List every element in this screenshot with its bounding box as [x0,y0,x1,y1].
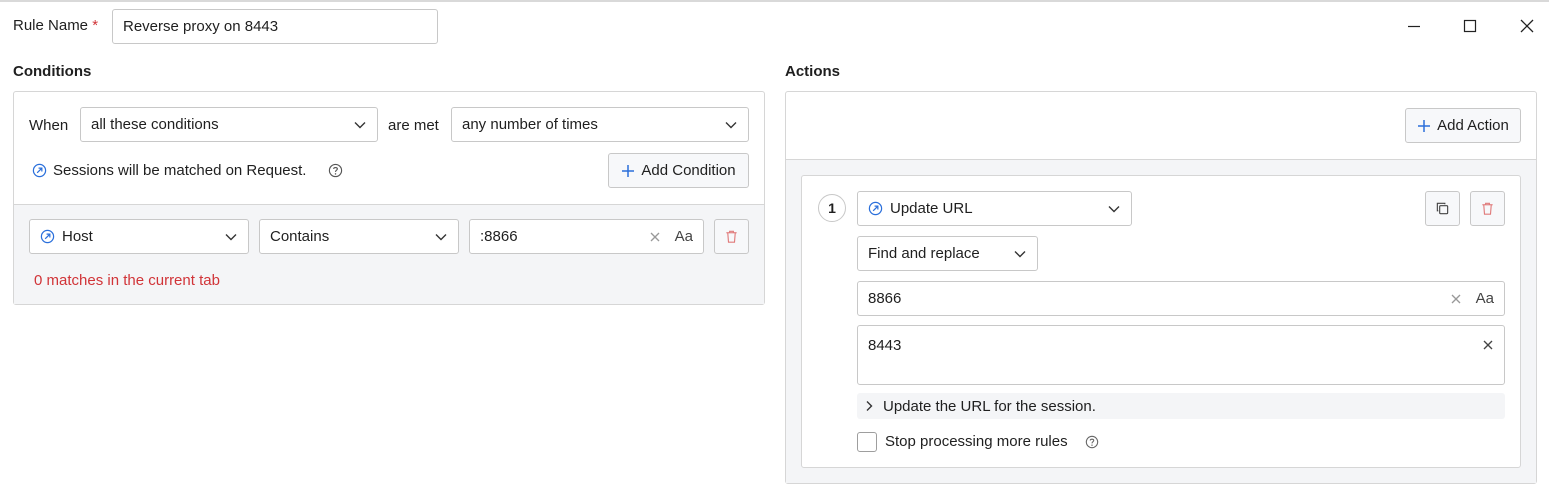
rule-name-label-text: Rule Name [13,17,89,34]
action-mode-value: Find and replace [868,245,980,262]
chevron-down-icon [224,230,238,244]
rule-name-input[interactable]: Reverse proxy on 8443 [112,9,438,44]
replace-value: 8443 [868,337,902,354]
clear-icon[interactable] [1482,339,1494,351]
stop-processing-checkbox[interactable] [857,432,877,452]
action-type-value: Update URL [890,200,973,217]
description-toggle[interactable]: Update the URL for the session. [857,393,1505,419]
add-condition-label: Add Condition [641,162,736,179]
trash-icon [1480,201,1495,216]
condition-value: :8866 [480,228,518,245]
are-met-label: are met [388,117,439,134]
chevron-down-icon [1013,247,1027,261]
help-icon[interactable] [1084,434,1100,450]
condition-field-value: Host [62,228,93,245]
action-number-badge: 1 [818,194,846,222]
condition-value-input[interactable]: :8866 Aa [469,219,704,254]
match-status: 0 matches in the current tab [34,272,220,289]
condition-operator-value: Contains [270,228,330,245]
add-action-button[interactable]: Add Action [1405,108,1521,143]
when-label: When [29,117,69,134]
match-case-toggle[interactable]: Aa [675,228,693,245]
link-arrow-icon [31,162,47,178]
condition-field-select[interactable]: Host [29,219,249,254]
link-arrow-icon [40,229,55,244]
sessions-note: Sessions will be matched on Request. [53,162,307,179]
chevron-down-icon [434,230,448,244]
add-condition-button[interactable]: Add Condition [608,153,749,188]
close-icon[interactable] [1517,16,1537,36]
delete-action-button[interactable] [1470,191,1505,226]
clear-icon[interactable] [649,231,661,243]
rule-name-value: Reverse proxy on 8443 [123,18,279,35]
action-mode-select[interactable]: Find and replace [857,236,1038,271]
when-select[interactable]: all these conditions [80,107,378,142]
find-value: 8866 [868,290,902,307]
action-description: Update the URL for the session. [883,397,1096,415]
delete-condition-button[interactable] [714,219,749,254]
required-mark: * [92,17,99,34]
add-action-label: Add Action [1437,117,1509,134]
when-select-value: all these conditions [91,116,219,133]
maximize-icon[interactable] [1460,16,1480,36]
chevron-down-icon [1107,202,1121,216]
top-border [0,0,1549,2]
times-select-value: any number of times [462,116,598,133]
clear-icon[interactable] [1450,293,1462,305]
rule-name-label: Rule Name * [13,17,98,34]
plus-icon [621,164,635,178]
plus-icon [1417,119,1431,133]
copy-icon [1435,201,1450,216]
duplicate-action-button[interactable] [1425,191,1460,226]
condition-operator-select[interactable]: Contains [259,219,459,254]
stop-processing-label: Stop processing more rules [885,433,1068,450]
trash-icon [724,229,739,244]
times-select[interactable]: any number of times [451,107,749,142]
chevron-right-icon [863,400,875,412]
minimize-icon[interactable] [1404,16,1424,36]
chevron-down-icon [724,118,738,132]
chevron-down-icon [353,118,367,132]
link-arrow-icon [868,201,883,216]
actions-heading: Actions [785,63,841,80]
replace-textarea[interactable]: 8443 [857,325,1505,385]
match-case-toggle[interactable]: Aa [1476,290,1494,307]
find-input[interactable]: 8866 Aa [857,281,1505,316]
conditions-heading: Conditions [13,63,92,80]
help-icon[interactable] [327,162,343,178]
action-type-select[interactable]: Update URL [857,191,1132,226]
